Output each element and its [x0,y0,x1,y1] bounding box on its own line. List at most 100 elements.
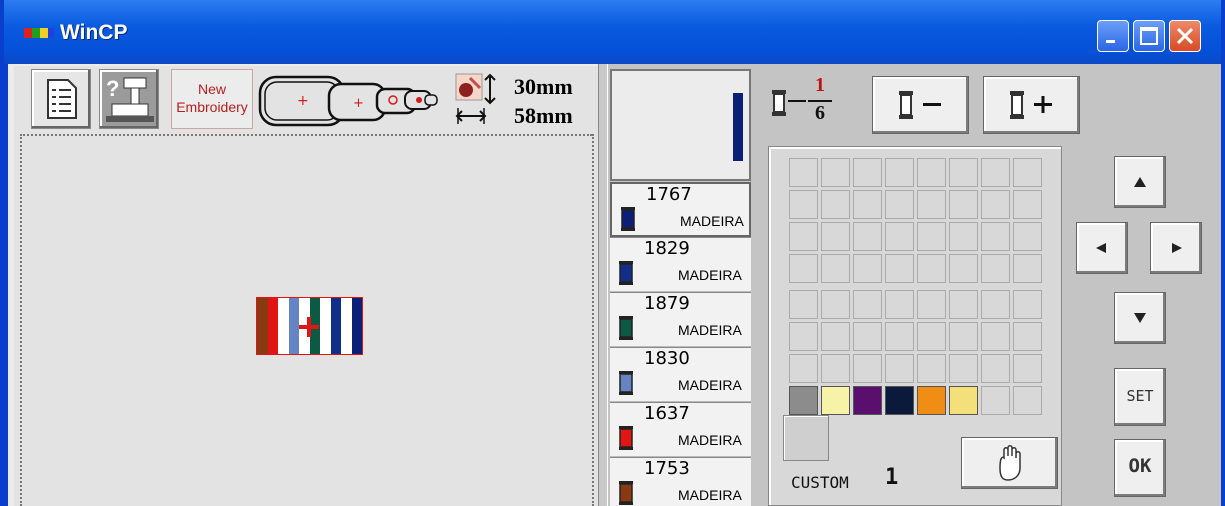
color-list-item[interactable]: 1767 MADEIRA [610,182,751,237]
palette-cell[interactable] [853,322,882,351]
palette-cell[interactable] [789,254,818,283]
palette-cell[interactable] [1013,158,1042,187]
palette-cell[interactable] [949,254,978,283]
up-button[interactable] [1114,156,1166,208]
palette-cell[interactable] [789,386,818,415]
palette-cell[interactable] [821,354,850,383]
palette-cell[interactable] [1013,386,1042,415]
palette-cell[interactable] [1013,222,1042,251]
palette-cell[interactable] [917,386,946,415]
palette-cell[interactable] [885,222,914,251]
palette-cell[interactable] [885,158,914,187]
minimize-button[interactable] [1097,20,1129,52]
color-current: 1 [815,74,825,96]
palette-cell[interactable] [1013,290,1042,319]
palette-cell[interactable] [917,158,946,187]
palette-cell[interactable] [1013,254,1042,283]
hand-tool-button[interactable] [961,437,1058,489]
palette-cell[interactable] [949,322,978,351]
down-button[interactable] [1114,292,1166,344]
palette-cell[interactable] [1013,354,1042,383]
palette-cell[interactable] [981,386,1010,415]
palette-cell[interactable] [949,290,978,319]
palette-cell[interactable] [981,190,1010,219]
palette-cell[interactable] [789,222,818,251]
document-list-button[interactable] [31,69,91,129]
palette-cell[interactable] [885,254,914,283]
palette-cell[interactable] [821,190,850,219]
palette-cell[interactable] [821,290,850,319]
palette-cell[interactable] [981,354,1010,383]
color-list-item[interactable]: 1753 MADEIRA [610,457,751,506]
palette-cell[interactable] [885,322,914,351]
thread-code: 1829 [644,238,690,259]
palette-cell[interactable] [949,386,978,415]
palette-cell[interactable] [789,290,818,319]
palette-cell[interactable] [853,190,882,219]
palette-cell[interactable] [853,158,882,187]
palette-cell[interactable] [1013,322,1042,351]
palette-cell[interactable] [853,386,882,415]
maximize-icon [1140,27,1158,45]
set-button[interactable]: SET [1114,368,1166,426]
palette-cell[interactable] [949,222,978,251]
palette-cell[interactable] [981,222,1010,251]
spool-minus-icon [899,91,941,119]
title-bar[interactable]: WinCP [4,0,1221,64]
palette-cell[interactable] [821,222,850,251]
palette-cell[interactable] [789,354,818,383]
palette-cell[interactable] [981,254,1010,283]
palette-cell[interactable] [981,158,1010,187]
palette-cell[interactable] [949,190,978,219]
design-stripe [257,298,268,354]
color-list-item[interactable]: 1829 MADEIRA [610,237,751,292]
design-width: 58mm [514,103,573,128]
color-list-item[interactable]: 1879 MADEIRA [610,292,751,347]
add-color-button[interactable] [983,76,1080,134]
palette-cell[interactable] [917,222,946,251]
palette-cell[interactable] [853,254,882,283]
palette-cell[interactable] [821,322,850,351]
palette-cell[interactable] [885,354,914,383]
palette-cell[interactable] [917,354,946,383]
close-button[interactable] [1169,20,1201,52]
hoop-sizes-icon[interactable]: + + [257,69,457,131]
color-list-item[interactable]: 1637 MADEIRA [610,402,751,457]
palette-cell[interactable] [917,322,946,351]
maximize-button[interactable] [1133,20,1165,52]
machine-help-button[interactable]: ? [99,69,159,129]
custom-color-swatch[interactable] [783,415,829,461]
palette-cell[interactable] [981,322,1010,351]
palette-cell[interactable] [821,254,850,283]
palette-cell[interactable] [853,222,882,251]
pane-divider[interactable] [598,64,608,506]
canvas-top-border [20,134,592,136]
current-color-bar [733,93,743,161]
palette-cell[interactable] [789,322,818,351]
palette-cell[interactable] [981,290,1010,319]
palette-cell[interactable] [853,290,882,319]
close-icon [1176,27,1194,45]
design-stripe [341,298,352,354]
palette-cell[interactable] [789,158,818,187]
left-button[interactable] [1076,222,1128,274]
palette-cell[interactable] [1013,190,1042,219]
right-button[interactable] [1150,222,1202,274]
palette-cell[interactable] [885,190,914,219]
palette-cell[interactable] [949,158,978,187]
ok-button[interactable]: OK [1114,439,1166,497]
color-list-item[interactable]: 1830 MADEIRA [610,347,751,402]
custom-label: CUSTOM [791,473,849,492]
palette-cell[interactable] [949,354,978,383]
palette-cell[interactable] [917,190,946,219]
palette-cell[interactable] [885,290,914,319]
palette-cell[interactable] [917,254,946,283]
palette-cell[interactable] [821,158,850,187]
palette-cell[interactable] [853,354,882,383]
new-embroidery-button[interactable]: New Embroidery [171,69,253,129]
remove-color-button[interactable] [872,76,969,134]
palette-cell[interactable] [789,190,818,219]
palette-cell[interactable] [821,386,850,415]
palette-cell[interactable] [917,290,946,319]
palette-cell[interactable] [885,386,914,415]
